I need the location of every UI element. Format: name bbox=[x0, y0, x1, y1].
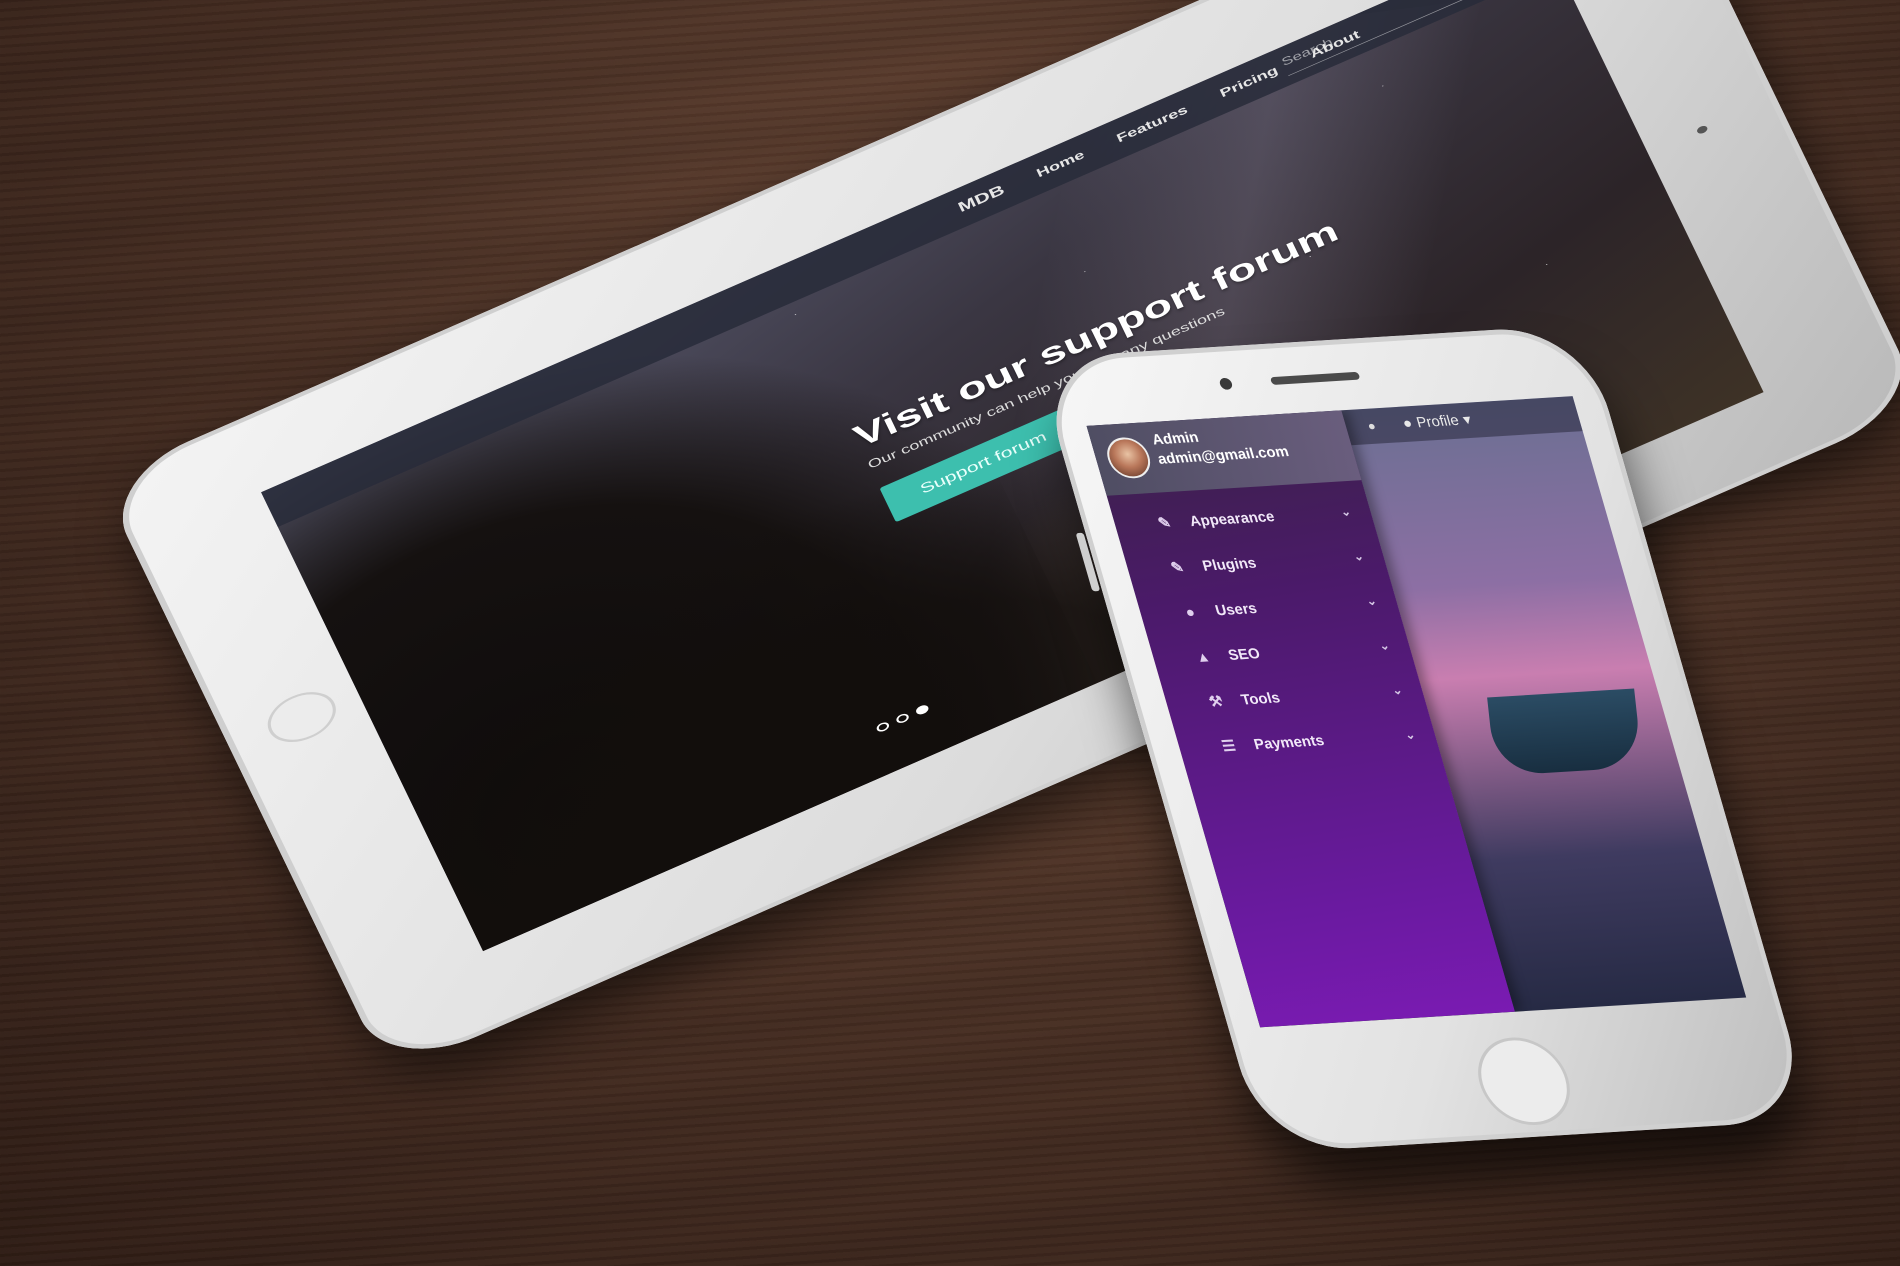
paint-brush-icon: ✎ bbox=[1168, 559, 1186, 577]
phone-front-camera bbox=[1218, 377, 1234, 390]
menu-item-label: Tools bbox=[1238, 689, 1282, 708]
database-icon: ☰ bbox=[1219, 737, 1238, 756]
profile-dropdown[interactable]: ● Profile ▾ bbox=[1400, 410, 1474, 432]
avatar[interactable] bbox=[1102, 436, 1156, 480]
caret-down-icon: ▾ bbox=[1461, 411, 1474, 429]
phone-home-button[interactable] bbox=[1467, 1034, 1581, 1128]
menu-item-label: Plugins bbox=[1200, 554, 1259, 575]
menu-item-label: Appearance bbox=[1187, 507, 1277, 530]
menu-item-label: Payments bbox=[1251, 731, 1327, 753]
user-icon[interactable]: ● bbox=[1366, 418, 1378, 433]
menu-item-label: Users bbox=[1213, 599, 1259, 619]
drawer-menu: ✎ Appearance ⌄ ✎ Plugins ⌄ ● Users ⌄ ▴ S… bbox=[1109, 488, 1441, 771]
boat-image bbox=[1487, 688, 1643, 776]
tablet-camera bbox=[1695, 124, 1709, 135]
paint-brush-icon: ✎ bbox=[1155, 514, 1174, 532]
wrench-icon: ⚒ bbox=[1207, 693, 1225, 711]
user-name: Admin bbox=[1150, 429, 1201, 449]
user-icon: ● bbox=[1183, 603, 1197, 621]
profile-label: Profile bbox=[1414, 411, 1461, 431]
menu-item-label: SEO bbox=[1226, 644, 1262, 664]
drawer-user-header: Admin admin@gmail.com bbox=[1086, 410, 1362, 496]
tablet-home-button[interactable] bbox=[259, 682, 345, 752]
navbar-brand[interactable]: MDB bbox=[956, 182, 1008, 216]
user-icon: ● bbox=[1400, 414, 1415, 432]
phone-speaker bbox=[1269, 371, 1361, 385]
nav-link-home[interactable]: Home bbox=[1034, 148, 1087, 181]
area-chart-icon: ▴ bbox=[1197, 648, 1210, 666]
